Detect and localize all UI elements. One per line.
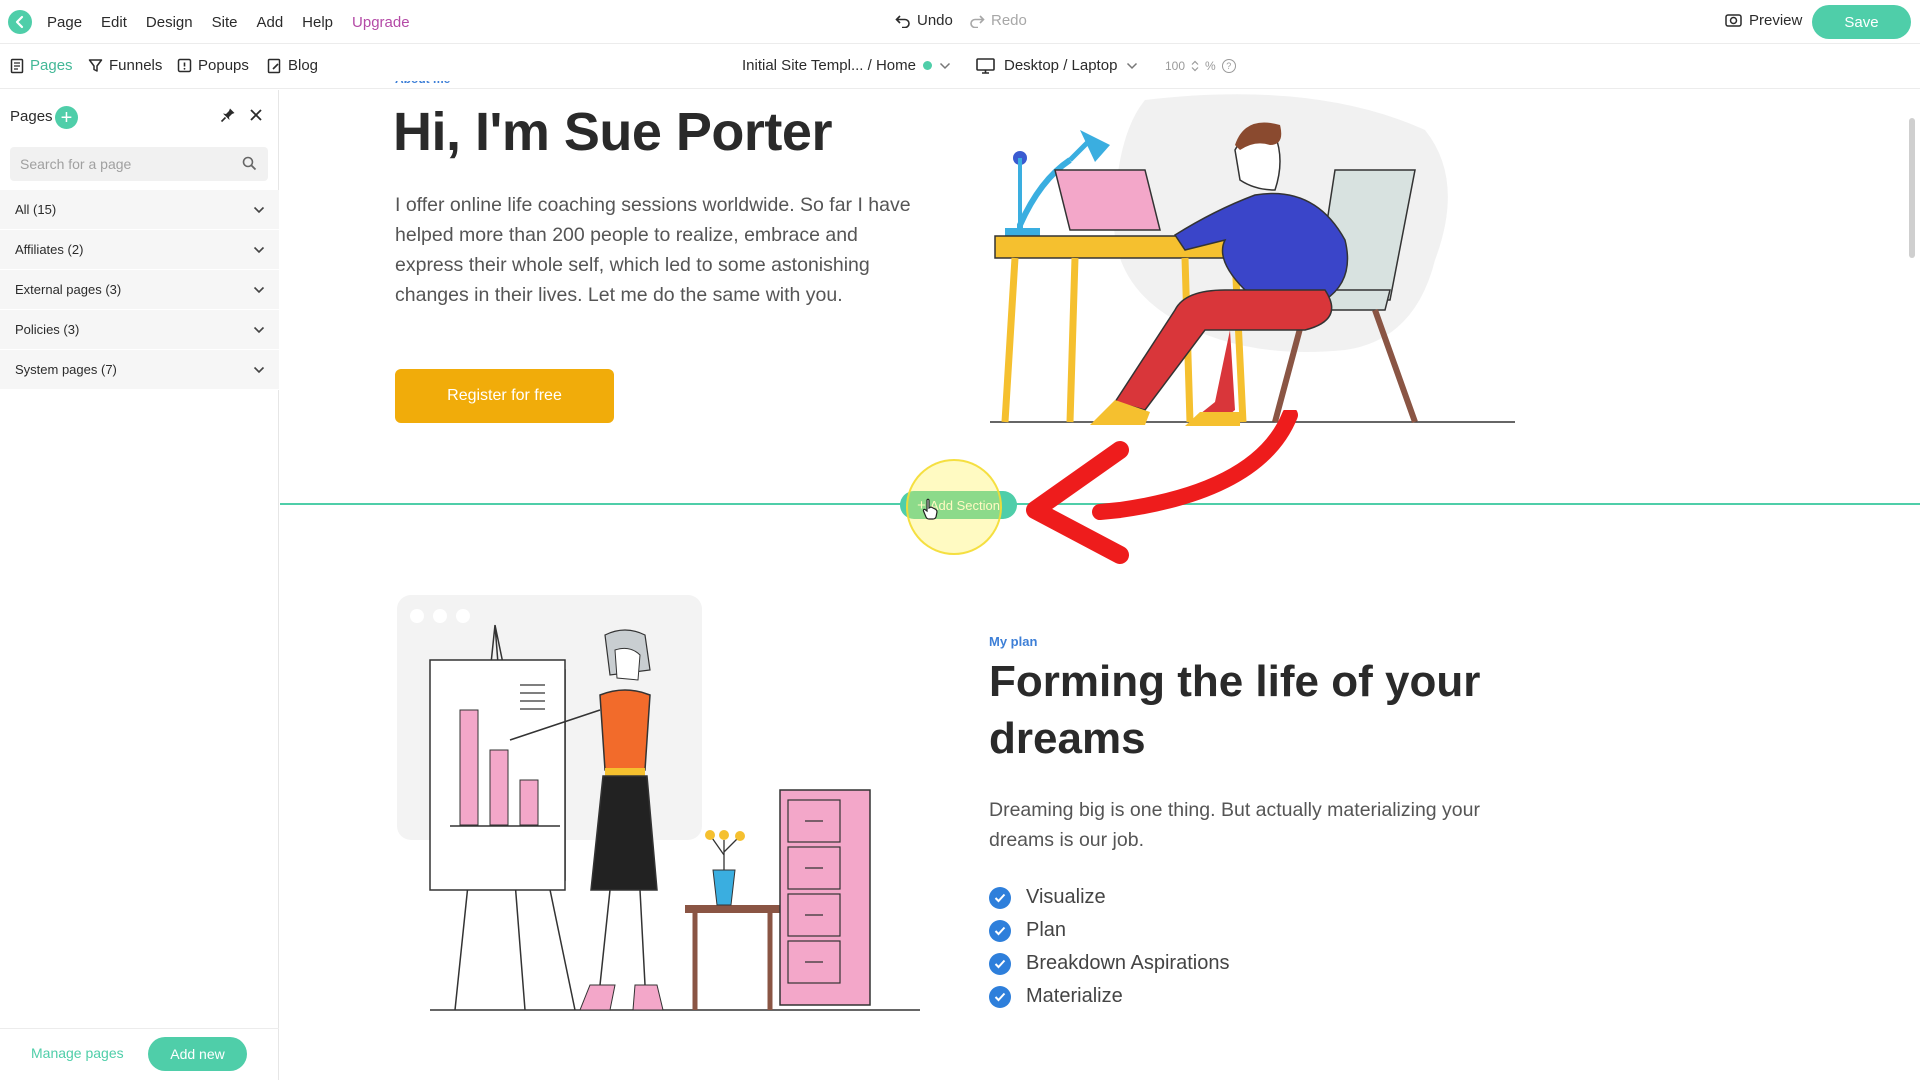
page-group-policies[interactable]: Policies (3) [0,310,279,350]
sidebar-footer: Manage pages Add new [0,1028,279,1080]
device-selector[interactable]: Desktop / Laptop [976,57,1138,74]
menu-add[interactable]: Add [256,14,283,31]
chevron-down-icon [1127,62,1138,69]
popup-icon [177,58,192,72]
menu-upgrade[interactable]: Upgrade [352,14,410,31]
plan-text[interactable]: Dreaming big is one thing. But actually … [989,795,1549,855]
plan-illustration[interactable] [395,590,935,1015]
save-button[interactable]: Save [1812,5,1911,39]
zoom-control: 100 % ? [1165,59,1236,73]
list-item-label: Plan [1026,919,1067,941]
undo-button[interactable]: Undo [895,12,953,29]
canvas-scrollbar[interactable] [1909,118,1915,258]
list-item-label: Materialize [1026,985,1123,1007]
chevron-down-icon [253,246,265,253]
desktop-icon [976,57,995,74]
zoom-value[interactable]: 100 [1165,59,1185,73]
back-button[interactable] [8,10,32,34]
add-new-button[interactable]: Add new [148,1037,247,1071]
page-groups-list: All (15) Affiliates (2) External pages (… [0,190,279,390]
page-icon [10,58,24,73]
list-item: Plan [989,914,1229,947]
main-menu: Page Edit Design Site Add Help Upgrade [47,0,429,44]
manage-pages-link[interactable]: Manage pages [31,1045,124,1061]
check-icon [989,952,1011,975]
site-page-selector[interactable]: Initial Site Templ... / Home [742,57,951,74]
list-item: Breakdown Aspirations [989,947,1229,980]
redo-icon [970,14,985,28]
list-item-label: Visualize [1026,886,1106,908]
list-item-label: Breakdown Aspirations [1026,952,1230,974]
plan-checklist[interactable]: Visualize Plan Breakdown Aspirations Mat… [989,881,1229,1013]
tab-pages[interactable]: Pages [10,57,73,74]
page-group-label: Policies (3) [15,322,80,337]
cursor-icon [922,498,938,520]
tab-popups-label: Popups [198,57,249,74]
close-icon[interactable] [249,106,263,127]
chevron-down-icon [253,206,265,213]
chevron-down-icon [253,326,265,333]
menu-site[interactable]: Site [212,14,238,31]
menu-design[interactable]: Design [146,14,193,31]
red-arrow-icon [1026,410,1298,564]
pages-sidebar: Pages + All (15) Affiliates (2) External… [0,90,279,1080]
undo-icon [895,14,910,28]
menu-edit[interactable]: Edit [101,14,127,31]
page-group-system[interactable]: System pages (7) [0,350,279,390]
chevron-left-icon [15,15,24,29]
chevron-down-icon [939,62,950,69]
page-group-affiliates[interactable]: Affiliates (2) [0,230,279,270]
register-button[interactable]: Register for free [395,369,614,423]
check-icon [989,886,1011,909]
page-group-all[interactable]: All (15) [0,190,279,230]
blog-icon [267,58,281,73]
sidebar-title: Pages [10,108,53,125]
top-menu-bar: Page Edit Design Site Add Help Upgrade U… [0,0,1920,44]
hero-illustration[interactable] [985,90,1525,430]
page-search-input[interactable] [10,147,268,181]
check-icon [989,919,1011,942]
zoom-unit: % [1205,59,1216,73]
site-path: Initial Site Templ... / Home [742,57,916,74]
add-page-button[interactable]: + [55,106,78,129]
page-group-external[interactable]: External pages (3) [0,270,279,310]
page-group-label: External pages (3) [15,282,122,297]
chevron-down-icon [253,286,265,293]
editor-toolbar: Pages Funnels Popups Blog Initial Site T… [0,45,1920,89]
menu-help[interactable]: Help [302,14,333,31]
published-status-dot [922,61,932,70]
tab-pages-label: Pages [30,57,73,74]
check-icon [989,985,1011,1008]
page-group-label: System pages (7) [15,362,117,377]
plan-title[interactable]: Forming the life of your dreams [989,653,1549,767]
tab-funnels-label: Funnels [109,57,163,74]
pin-icon[interactable] [220,107,236,128]
hero-title[interactable]: Hi, I'm Sue Porter [393,101,832,163]
stepper-arrows-icon[interactable] [1191,60,1199,72]
tab-blog[interactable]: Blog [267,57,318,74]
page-group-label: All (15) [15,202,57,217]
plan-eyebrow[interactable]: My plan [989,634,1037,649]
funnel-icon [88,59,103,72]
click-highlight [906,459,1002,555]
menu-page[interactable]: Page [47,14,82,31]
tab-blog-label: Blog [288,57,319,74]
hero-text[interactable]: I offer online life coaching sessions wo… [395,190,915,310]
search-icon [242,156,257,176]
page-group-label: Affiliates (2) [15,242,84,257]
tab-funnels[interactable]: Funnels [88,57,162,74]
tab-popups[interactable]: Popups [177,57,249,74]
list-item: Materialize [989,980,1229,1013]
undo-label: Undo [917,12,953,29]
preview-button[interactable]: Preview [1725,12,1802,29]
preview-icon [1725,14,1742,27]
help-icon[interactable]: ? [1221,59,1236,73]
chevron-down-icon [253,366,265,373]
device-label: Desktop / Laptop [1004,57,1118,74]
redo-button[interactable]: Redo [969,12,1027,29]
list-item: Visualize [989,881,1229,914]
redo-label: Redo [991,12,1027,29]
preview-label: Preview [1749,12,1803,29]
